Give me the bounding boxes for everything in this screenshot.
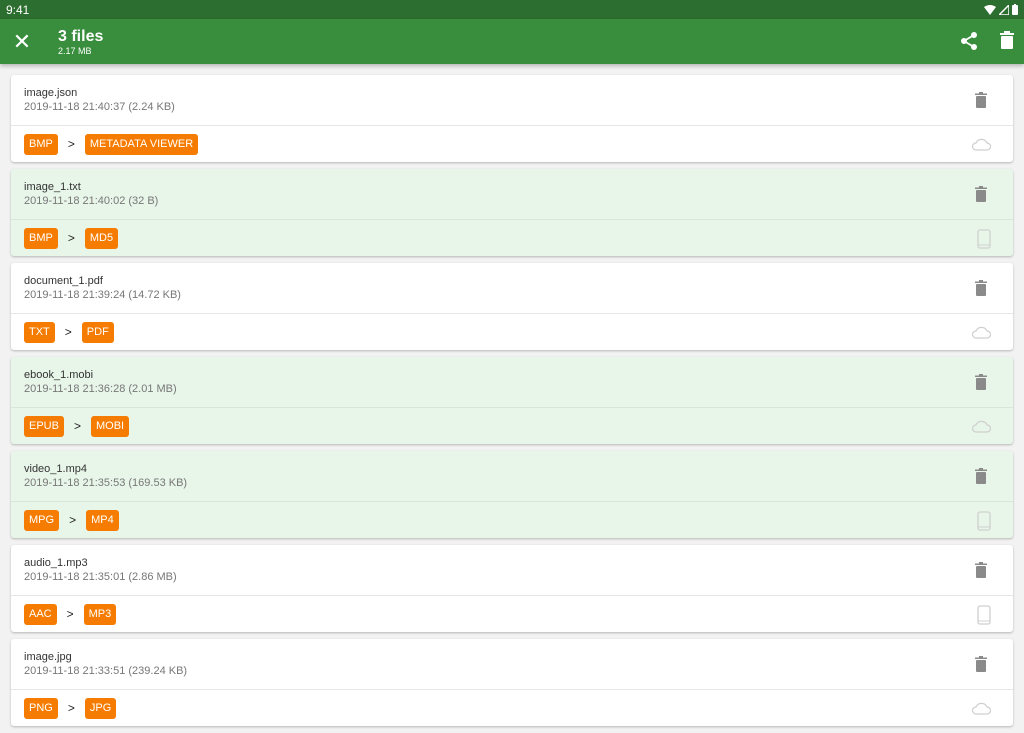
battery-icon <box>1012 4 1018 15</box>
wifi-icon <box>984 4 996 15</box>
source-format-chip: MPG <box>24 509 60 531</box>
cloud-icon <box>971 137 992 156</box>
file-name: image_1.txt <box>24 181 81 193</box>
delete-icon[interactable] <box>975 656 987 672</box>
file-name: ebook_1.mobi <box>24 369 94 381</box>
file-card[interactable]: ebook_1.mobi 2019-11-18 21:36:28 (2.01 M… <box>11 357 1013 444</box>
close-button[interactable]: ✕ <box>0 29 44 55</box>
file-name: image.json <box>24 87 78 99</box>
target-format-chip: MP3 <box>83 603 117 625</box>
source-format-chip: EPUB <box>24 415 64 437</box>
delete-icon[interactable] <box>975 186 987 202</box>
phone-icon <box>977 229 991 254</box>
app-bar: ✕ 3 files 2.17 MB <box>0 19 1024 64</box>
target-format-chip: JPG <box>84 697 117 719</box>
target-format-chip: MD5 <box>84 227 119 249</box>
chevron-right-icon: > <box>69 513 77 527</box>
delete-all-icon[interactable] <box>1000 31 1014 49</box>
delete-icon[interactable] <box>975 280 987 296</box>
target-format-chip: METADATA VIEWER <box>84 133 199 155</box>
phone-icon <box>977 605 991 630</box>
signal-icon <box>999 4 1009 15</box>
target-format-chip: PDF <box>81 321 114 343</box>
delete-icon[interactable] <box>975 374 987 390</box>
target-format-chip: MP4 <box>86 509 119 531</box>
file-name: image.jpg <box>24 651 72 663</box>
share-icon[interactable] <box>960 31 978 51</box>
file-meta: 2019-11-18 21:33:51 (239.24 KB) <box>24 665 188 677</box>
file-card[interactable]: image.json 2019-11-18 21:40:37 (2.24 KB)… <box>11 75 1013 162</box>
source-format-chip: BMP <box>24 227 58 249</box>
target-format-chip: MOBI <box>90 415 130 437</box>
file-card[interactable]: image.jpg 2019-11-18 21:33:51 (239.24 KB… <box>11 639 1013 726</box>
source-format-chip: AAC <box>24 603 57 625</box>
file-meta: 2019-11-18 21:39:24 (14.72 KB) <box>24 289 181 301</box>
file-name: document_1.pdf <box>24 275 103 287</box>
file-name: video_1.mp4 <box>24 463 87 475</box>
file-card[interactable]: image_1.txt 2019-11-18 21:40:02 (32 B) B… <box>11 169 1013 256</box>
delete-icon[interactable] <box>975 468 987 484</box>
file-meta: 2019-11-18 21:35:53 (169.53 KB) <box>24 477 188 489</box>
status-bar: 9:41 <box>0 0 1024 19</box>
delete-icon[interactable] <box>975 92 987 108</box>
file-card[interactable]: video_1.mp4 2019-11-18 21:35:53 (169.53 … <box>11 451 1013 538</box>
source-format-chip: PNG <box>24 697 58 719</box>
chevron-right-icon: > <box>67 701 75 715</box>
chevron-right-icon: > <box>67 137 75 151</box>
selection-title: 3 files <box>58 27 104 45</box>
delete-icon[interactable] <box>975 562 987 578</box>
source-format-chip: BMP <box>24 133 58 155</box>
chevron-right-icon: > <box>73 419 81 433</box>
file-meta: 2019-11-18 21:36:28 (2.01 MB) <box>24 383 177 395</box>
clock: 9:41 <box>6 2 30 17</box>
file-meta: 2019-11-18 21:40:37 (2.24 KB) <box>24 101 175 113</box>
file-card[interactable]: audio_1.mp3 2019-11-18 21:35:01 (2.86 MB… <box>11 545 1013 632</box>
cloud-icon <box>971 419 992 438</box>
file-card[interactable]: document_1.pdf 2019-11-18 21:39:24 (14.7… <box>11 263 1013 350</box>
file-meta: 2019-11-18 21:40:02 (32 B) <box>24 195 159 207</box>
selection-size: 2.17 MB <box>58 45 92 56</box>
chevron-right-icon: > <box>66 607 74 621</box>
source-format-chip: TXT <box>24 321 55 343</box>
chevron-right-icon: > <box>64 325 72 339</box>
file-meta: 2019-11-18 21:35:01 (2.86 MB) <box>24 571 177 583</box>
file-list: image.json 2019-11-18 21:40:37 (2.24 KB)… <box>11 75 1013 733</box>
close-icon: ✕ <box>12 28 32 54</box>
chevron-right-icon: > <box>67 231 75 245</box>
phone-icon <box>977 511 991 536</box>
file-name: audio_1.mp3 <box>24 557 88 569</box>
cloud-icon <box>971 701 992 720</box>
cloud-icon <box>971 325 992 344</box>
